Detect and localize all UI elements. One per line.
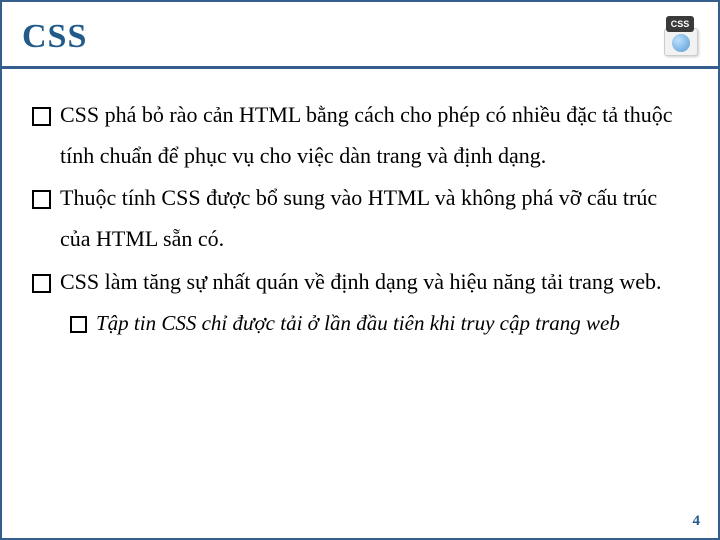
page-number: 4 (693, 513, 701, 530)
slide-content: CSS phá bỏ rào cản HTML bằng cách cho ph… (2, 69, 718, 343)
slide-title: CSS (22, 18, 87, 56)
globe-shape (672, 34, 690, 52)
bullet-item: CSS làm tăng sự nhất quán về định dạng v… (32, 262, 688, 344)
sub-bullet-list: Tập tin CSS chỉ được tải ở lần đầu tiên … (70, 304, 688, 343)
bullet-text: CSS làm tăng sự nhất quán về định dạng v… (60, 269, 662, 294)
bullet-item: Thuộc tính CSS được bổ sung vào HTML và … (32, 178, 688, 259)
bullet-item: CSS phá bỏ rào cản HTML bằng cách cho ph… (32, 95, 688, 176)
slide-header: CSS CSS (2, 2, 718, 69)
css-file-icon: CSS (652, 16, 698, 58)
sub-bullet-item: Tập tin CSS chỉ được tải ở lần đầu tiên … (70, 304, 688, 343)
bullet-list: CSS phá bỏ rào cản HTML bằng cách cho ph… (32, 95, 688, 343)
css-badge: CSS (666, 16, 694, 32)
